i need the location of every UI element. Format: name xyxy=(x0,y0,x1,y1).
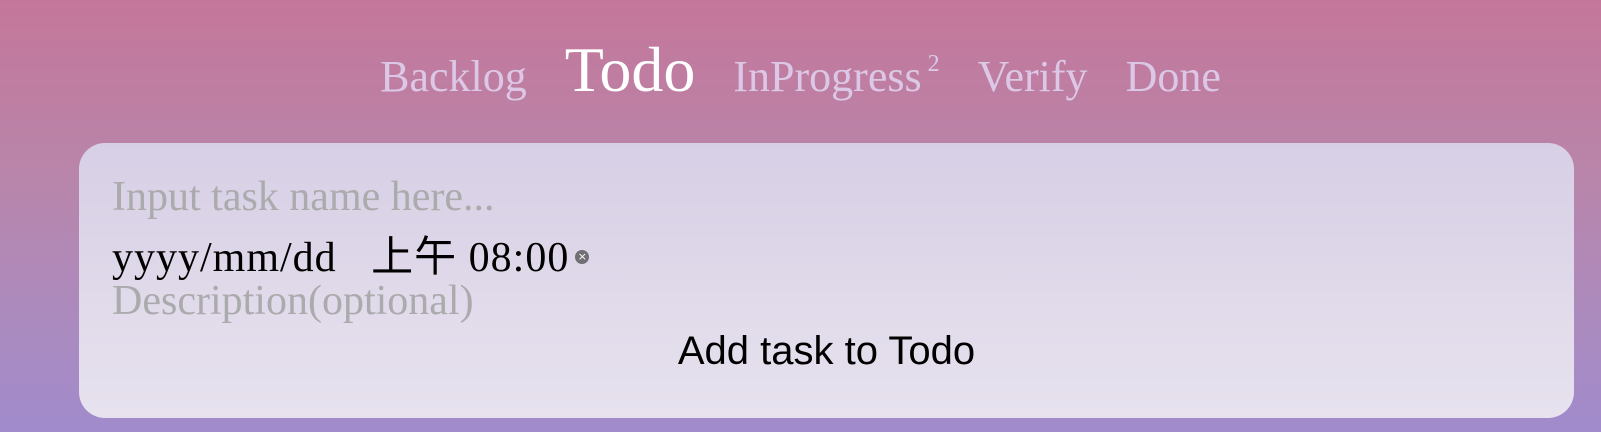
tab-inprogress[interactable]: InProgress 2 xyxy=(733,52,939,101)
datetime-text: yyyy/mm/dd 上午 08:00 xyxy=(112,235,570,281)
clear-icon[interactable]: × xyxy=(575,249,590,264)
due-datetime-input[interactable]: yyyy/mm/dd 上午 08:00 × xyxy=(112,223,590,284)
tab-done[interactable]: Done xyxy=(1126,55,1221,99)
tab-verify-label: Verify xyxy=(977,52,1088,101)
tab-todo-label: Todo xyxy=(564,34,696,105)
tab-inprogress-count-badge: 2 xyxy=(927,51,940,78)
tab-todo[interactable]: Todo xyxy=(565,38,696,102)
add-task-form: yyyy/mm/dd 上午 08:00 × Add task to Todo xyxy=(79,143,1574,418)
tab-inprogress-label: InProgress xyxy=(733,52,922,101)
tab-verify[interactable]: Verify xyxy=(978,55,1088,99)
status-tabs: Backlog Todo InProgress 2 Verify Done xyxy=(0,38,1601,102)
description-input[interactable] xyxy=(112,277,1512,325)
task-name-input[interactable] xyxy=(112,173,1512,221)
tab-backlog-label: Backlog xyxy=(380,52,527,101)
tab-done-label: Done xyxy=(1125,52,1221,101)
add-task-button[interactable]: Add task to Todo xyxy=(79,329,1574,374)
tab-backlog[interactable]: Backlog xyxy=(380,55,527,99)
